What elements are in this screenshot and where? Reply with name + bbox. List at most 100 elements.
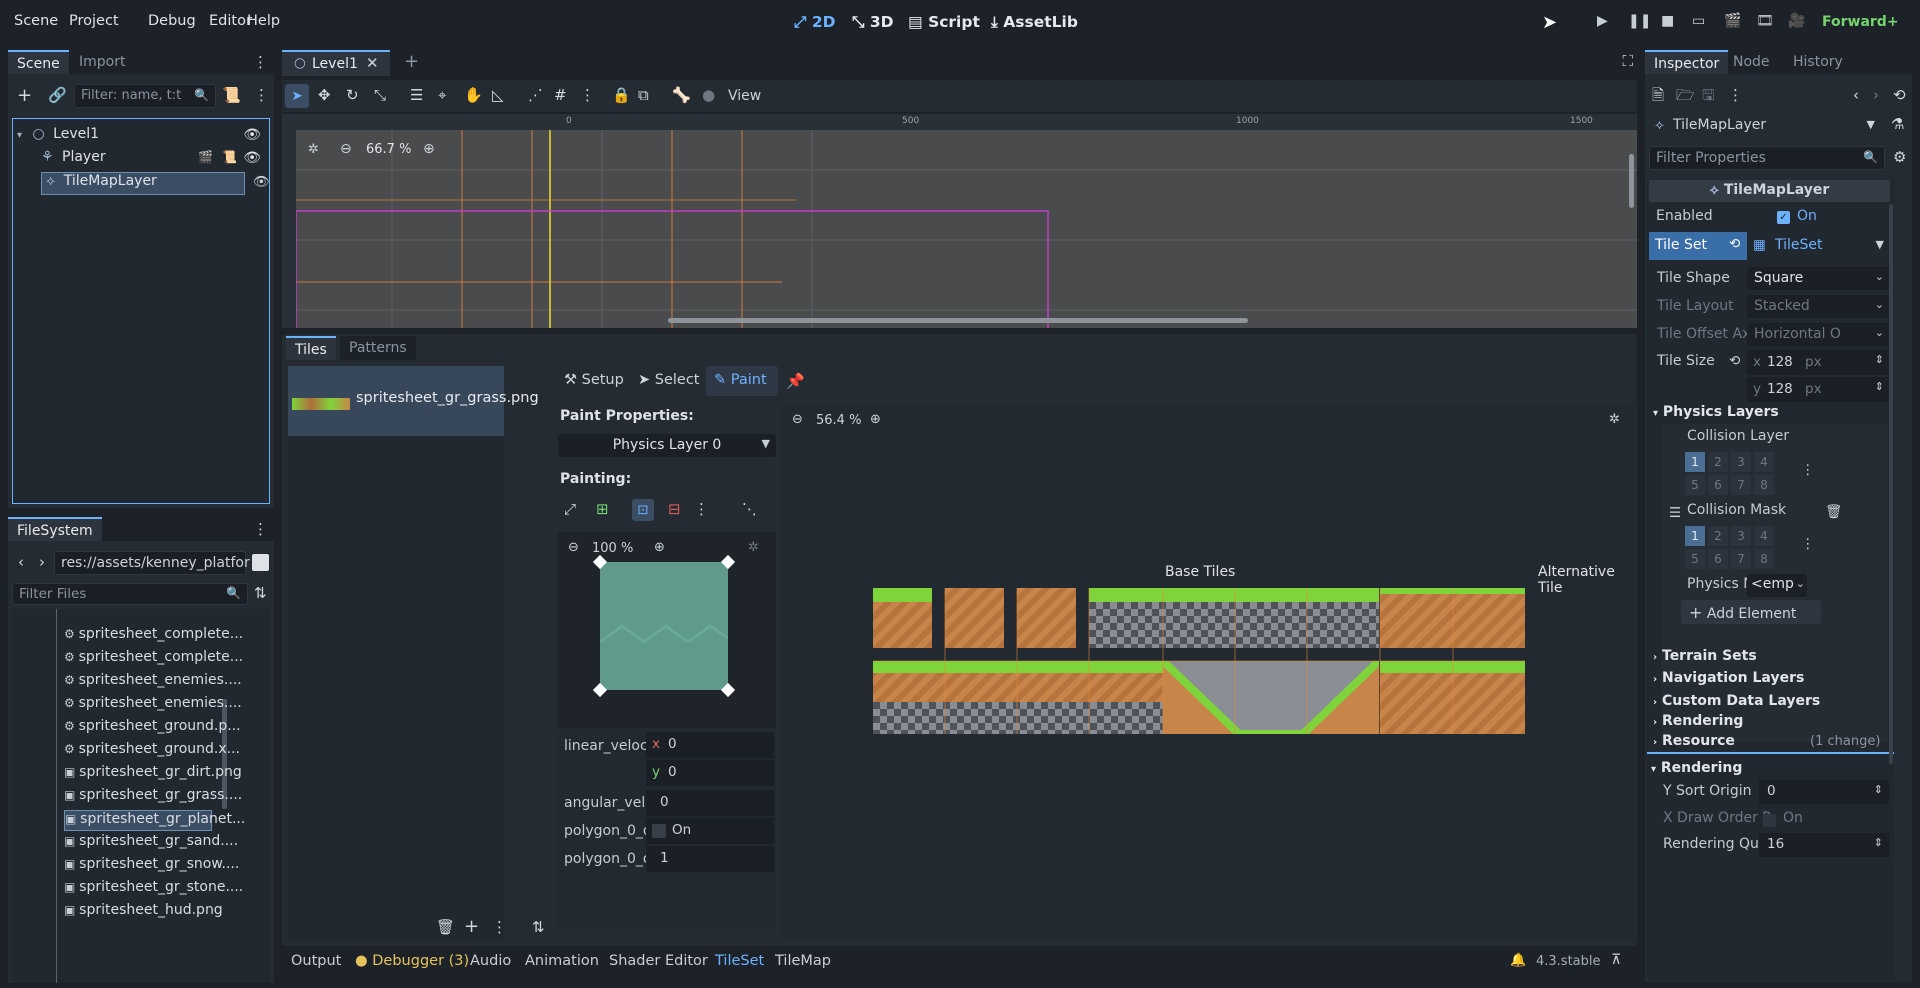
grid-snap-icon[interactable]: # [554, 88, 567, 103]
bottom-tab-debugger[interactable]: ● Debugger (3) [355, 953, 469, 969]
stepper-icon[interactable]: ⇕ [1874, 783, 1883, 796]
visibility-eye-icon[interactable]: 👁 [243, 150, 261, 166]
navigation-layers-section[interactable]: › Navigation Layers [1653, 670, 1804, 686]
save-icon[interactable]: 🖫 [1702, 88, 1715, 103]
file-item[interactable]: ⚙ spritesheet_ground.p... [64, 718, 241, 739]
play-scene-icon[interactable]: 🎬 [1724, 13, 1741, 29]
instance-icon[interactable]: 🎬 [198, 150, 213, 164]
zoom-out-icon[interactable]: ⊖ [340, 141, 352, 157]
menu-debug[interactable]: Debug [148, 13, 196, 29]
object-selector[interactable]: ⟡ TileMapLayer ▼ [1649, 114, 1881, 138]
tileset-atlas[interactable] [873, 588, 1525, 738]
file-item[interactable]: ⚙ spritesheet_enemies.... [64, 672, 242, 693]
scene-tab-level1[interactable]: ○ Level1 ✕ [282, 50, 390, 76]
stop-icon[interactable]: ■ [1661, 13, 1674, 29]
v-scrollbar[interactable] [1629, 154, 1634, 208]
tab-node[interactable]: Node [1724, 50, 1779, 74]
layer-bit-4[interactable]: 4 [1754, 526, 1774, 546]
lock-icon[interactable]: 🔒 [612, 88, 631, 103]
file-item[interactable]: ▣ spritesheet_gr_sand.... [64, 833, 238, 854]
tile-offset-select[interactable]: Horizontal O ⌄ [1747, 323, 1890, 346]
object-history-icon[interactable]: ⟲ [1893, 88, 1906, 103]
tile-shape-select[interactable]: Square ⌄ [1747, 267, 1890, 290]
bottom-tab-tileset[interactable]: TileSet [715, 953, 764, 969]
visibility-eye-icon[interactable]: 👁 [253, 174, 270, 190]
setup-tool[interactable]: ⚒ Setup [564, 372, 624, 388]
back-arrow-icon[interactable]: ‹ [18, 555, 24, 570]
mode-3d-button[interactable]: ⤡ 3D [852, 13, 893, 32]
polygon-margin-field[interactable]: 1 [646, 846, 774, 872]
custom-data-section[interactable]: › Custom Data Layers [1653, 693, 1820, 709]
file-item[interactable]: ▣ spritesheet_gr_dirt.png [64, 764, 242, 785]
tile-size-x[interactable]: x 128 px ⇕ [1747, 350, 1890, 375]
enabled-checkbox[interactable]: ✓ [1777, 211, 1790, 224]
new-tab-icon[interactable]: + [404, 53, 419, 71]
delete-source-icon[interactable]: 🗑 [436, 920, 455, 935]
paint-tool[interactable]: ✎ Paint [706, 366, 778, 396]
zoom-level[interactable]: 66.7 % [366, 142, 411, 157]
layer-bit-3[interactable]: 3 [1731, 526, 1751, 546]
inspector-scrollbar[interactable] [1889, 204, 1893, 764]
remote-debug-icon[interactable]: ▭ [1692, 13, 1705, 29]
file-item[interactable]: ▣ spritesheet_gr_planet... [64, 810, 245, 831]
snap-icon[interactable]: ⋱ [742, 502, 757, 517]
view-menu[interactable]: View [728, 88, 761, 104]
mask-menu-icon[interactable]: ⋮ [1801, 536, 1815, 552]
move-mode-icon[interactable]: ✥ [318, 88, 331, 103]
physics-material-picker[interactable]: <emp ⌄ [1747, 574, 1807, 597]
play-custom-icon[interactable]: 🎞 [1756, 13, 1774, 29]
remove-polygon-icon[interactable]: ⊟ [668, 502, 681, 517]
movie-maker-icon[interactable]: 🎥 [1788, 13, 1805, 29]
tab-filesystem[interactable]: FileSystem [8, 517, 102, 541]
tab-tiles[interactable]: Tiles [286, 336, 336, 360]
layer-bit-1[interactable]: 1 [1685, 526, 1705, 546]
forward-arrow-icon[interactable]: › [39, 555, 45, 570]
open-folder-icon[interactable]: 🗁 [1676, 88, 1695, 103]
layer-bit-6[interactable]: 6 [1708, 549, 1728, 569]
blob-icon[interactable]: ● [702, 88, 715, 103]
bell-icon[interactable]: 🔔 [1510, 953, 1526, 968]
filter-files-input[interactable]: Filter Files 🔍 [12, 583, 248, 605]
x-draw-checkbox[interactable] [1763, 814, 1776, 827]
close-icon[interactable]: ✕ [366, 54, 379, 72]
drag-handle-icon[interactable]: ☰ [1669, 505, 1681, 521]
tab-import[interactable]: Import [70, 50, 134, 74]
rendering-subsection[interactable]: › Rendering [1653, 713, 1743, 729]
add-node-icon[interactable]: + [17, 87, 32, 105]
zoom-in-icon[interactable]: ⊕ [423, 141, 435, 157]
file-item[interactable]: ⚙ spritesheet_complete... [64, 649, 243, 670]
file-item[interactable]: ▣ spritesheet_hud.png [64, 902, 223, 923]
mode-assetlib-button[interactable]: ⤓ AssetLib [991, 13, 1078, 32]
new-resource-icon[interactable]: 🗎 [1652, 88, 1664, 103]
renderer-select[interactable]: Forward+ [1822, 14, 1899, 30]
stepper-icon[interactable]: ⇕ [1875, 380, 1884, 393]
source-item[interactable]: spritesheet_gr_grass.png [288, 366, 539, 436]
physics-layer-select[interactable]: Physics Layer 0 ▼ [558, 434, 776, 457]
zoom-in-icon[interactable]: ⊕ [870, 412, 881, 427]
docs-icon[interactable]: ⚗ [1891, 117, 1904, 132]
layer-bit-8[interactable]: 8 [1754, 475, 1774, 495]
file-item[interactable]: ▣ spritesheet_gr_grass.... [64, 787, 242, 808]
layer-bit-8[interactable]: 8 [1754, 549, 1774, 569]
polygon-menu-icon[interactable]: ⋮ [694, 502, 709, 517]
bottom-tab-shader-editor[interactable]: Shader Editor [609, 953, 708, 969]
tree-item-tilemaplayer[interactable]: ⟡ TileMapLayer [41, 172, 245, 195]
physics-layers-section[interactable]: ▾ Physics Layers [1653, 404, 1779, 420]
y-sort-field[interactable]: 0 ⇕ [1759, 780, 1889, 804]
split-mode-icon[interactable] [252, 554, 269, 571]
linear-velocity-y[interactable]: y0 [646, 760, 774, 786]
list-select-icon[interactable]: ☰ [410, 88, 423, 103]
rendering-section[interactable]: ▾ Rendering [1651, 760, 1742, 776]
menu-scene[interactable]: Scene [14, 13, 58, 29]
layer-bit-2[interactable]: 2 [1708, 526, 1728, 546]
layer-bit-3[interactable]: 3 [1731, 452, 1751, 472]
menu-help[interactable]: Help [247, 13, 280, 29]
zoom-out-icon[interactable]: ⊖ [792, 412, 803, 427]
layer-bit-7[interactable]: 7 [1731, 549, 1751, 569]
link-icon[interactable]: 🔗 [48, 88, 67, 103]
dock-menu-icon[interactable]: ⋮ [253, 522, 268, 537]
sort-icon[interactable]: ⇅ [254, 586, 267, 601]
scene-menu-icon[interactable]: ⋮ [254, 88, 269, 103]
ruler-mode-icon[interactable]: ◺ [492, 88, 504, 103]
stepper-icon[interactable]: ⇕ [1874, 836, 1883, 849]
